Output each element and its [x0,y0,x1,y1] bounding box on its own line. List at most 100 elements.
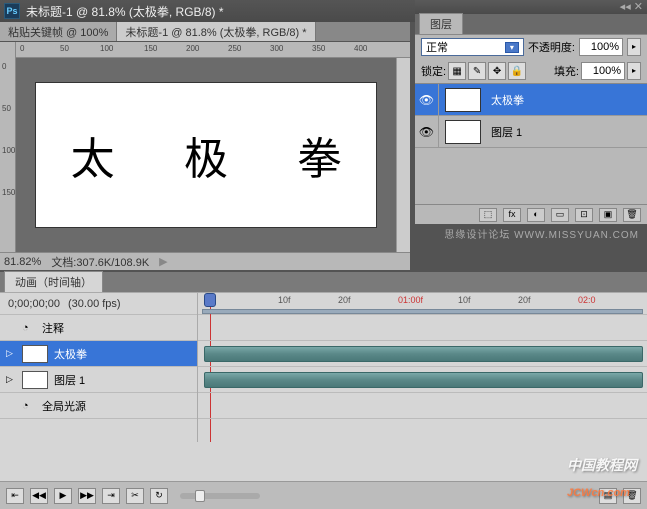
canvas-text-char: 极 [184,123,228,187]
track-lane[interactable] [198,341,647,367]
layers-footer: ⬚ fx ◐ ▭ ⊡ ▣ 🗑 [415,204,647,224]
watermark-en: JCWcn.com [567,487,630,499]
fill-stepper[interactable]: ▸ [627,62,641,80]
lock-position-icon[interactable]: ✥ [488,62,506,80]
play-button[interactable]: ▶ [54,488,72,504]
opacity-stepper[interactable]: ▸ [627,38,641,56]
timeline-track-text-layer[interactable]: ▷ T 太极拳 [0,341,197,367]
layer-fx-button[interactable]: fx [503,208,521,222]
visibility-eye-icon[interactable]: 👁 [419,125,434,139]
rewind-button[interactable]: ⇤ [6,488,24,504]
split-button[interactable]: ✂ [126,488,144,504]
track-lane[interactable] [198,393,647,419]
step-forward-button[interactable]: ▶▶ [78,488,96,504]
timeline-track-layer[interactable]: ▷ 图层 1 [0,367,197,393]
forward-end-button[interactable]: ⇥ [102,488,120,504]
layer-name[interactable]: 图层 1 [487,124,522,140]
layer-thumbnail-text[interactable]: T [445,88,481,112]
ruler-mark: 01:00f [398,295,423,305]
dropdown-arrow-icon: ▾ [505,42,519,53]
status-bar: 81.82% 文档:307.6K/108.9K ▶ [0,252,410,270]
panels-dock: ◂◂ ✕ 图层 正常 ▾ 不透明度: 100% ▸ 锁定: ▦ ✎ ✥ 🔒 填充… [415,0,647,243]
timeline-track-comments[interactable]: ◔ 注释 [0,315,197,341]
clip-bar[interactable] [204,372,643,388]
stopwatch-icon[interactable]: ◔ [22,400,36,412]
ruler-mark: 10f [278,295,291,305]
watermark-text: 思缘设计论坛 WWW.MISSYUAN.COM [415,224,647,243]
lock-pixels-icon[interactable]: ✎ [468,62,486,80]
step-back-button[interactable]: ◀◀ [30,488,48,504]
layer-row[interactable]: 👁 T 太极拳 [415,84,647,116]
vertical-scrollbar[interactable] [396,58,410,252]
lock-label: 锁定: [421,63,446,79]
zoom-slider[interactable] [180,493,260,499]
work-area-bar[interactable] [202,309,643,314]
expand-icon[interactable]: ▷ [6,374,16,385]
blend-mode-select[interactable]: 正常 ▾ [421,38,524,56]
track-lane[interactable] [198,315,647,341]
canvas-viewport[interactable]: 太 极 拳 [16,58,396,252]
ruler-corner[interactable] [0,42,16,58]
canvas-zone: 0 50 100 150 太 极 拳 [0,58,410,252]
layer-thumbnail[interactable] [445,120,481,144]
lock-all-icon[interactable]: 🔒 [508,62,526,80]
timeline-tracks-list: 0;00;00;00 (30.00 fps) ◔ 注释 ▷ T 太极拳 ▷ 图层… [0,293,198,442]
ruler-mark: 300 [270,44,283,53]
timeline-tab[interactable]: 动画（时间轴） [4,271,103,292]
adjustment-layer-button[interactable]: ▭ [551,208,569,222]
track-name: 注释 [42,320,64,336]
timeline-controls: ⇤ ◀◀ ▶ ▶▶ ⇥ ✂ ↻ ▤ 🗑 [0,481,647,509]
new-layer-button[interactable]: ▣ [599,208,617,222]
layers-tab[interactable]: 图层 [419,13,463,34]
track-lane[interactable] [198,367,647,393]
ruler-horizontal[interactable]: 0 50 100 150 200 250 300 350 400 [0,42,410,58]
ruler-mark: 02:0 [578,295,596,305]
timeline-tracks-area[interactable]: 10f 20f 01:00f 10f 20f 02:0 [198,293,647,442]
current-time[interactable]: 0;00;00;00 [8,298,60,310]
panel-dock-header[interactable]: ◂◂ ✕ [415,0,647,14]
timeline-track-global-light[interactable]: ◔ 全局光源 [0,393,197,419]
link-layers-button[interactable]: ⬚ [479,208,497,222]
status-arrow-icon[interactable]: ▶ [159,255,167,268]
layer-row[interactable]: 👁 图层 1 [415,116,647,148]
site-watermark: 中国教程网 JCWcn.com [567,455,637,503]
ruler-vertical[interactable]: 0 50 100 150 [0,58,16,252]
layer-mask-button[interactable]: ◐ [527,208,545,222]
layer-list: 👁 T 太极拳 👁 图层 1 [415,84,647,204]
canvas-text-char: 拳 [297,123,341,187]
track-thumbnail [22,371,48,389]
expand-icon[interactable]: ▷ [6,348,16,359]
timeline-tab-bar: 动画（时间轴） [0,272,647,292]
loop-button[interactable]: ↻ [150,488,168,504]
timeline-ruler[interactable]: 10f 20f 01:00f 10f 20f 02:0 [198,293,647,315]
track-name: 全局光源 [42,398,86,414]
ruler-mark: 0 [20,44,24,53]
ruler-mark: 20f [338,295,351,305]
playhead[interactable] [204,293,216,307]
ruler-mark: 150 [2,188,15,197]
lock-transparency-icon[interactable]: ▦ [448,62,466,80]
panel-tab-bar: 图层 [415,14,647,34]
ruler-mark: 400 [354,44,367,53]
slider-knob[interactable] [195,490,205,502]
opacity-input[interactable]: 100% [579,38,623,56]
blend-mode-value: 正常 [426,39,448,55]
ruler-mark: 100 [2,146,15,155]
canvas[interactable]: 太 极 拳 [36,83,376,227]
visibility-eye-icon[interactable]: 👁 [419,93,434,107]
document-tab[interactable]: 粘贴关键帧 @ 100% [0,22,117,41]
track-name: 太极拳 [54,346,87,362]
stopwatch-icon[interactable]: ◔ [22,322,36,334]
ruler-mark: 20f [518,295,531,305]
clip-bar[interactable] [204,346,643,362]
group-button[interactable]: ⊡ [575,208,593,222]
ruler-mark: 250 [228,44,241,53]
zoom-level[interactable]: 81.82% [4,256,41,268]
fill-input[interactable]: 100% [581,62,625,80]
canvas-text-char: 太 [71,123,115,187]
layer-name[interactable]: 太极拳 [487,92,524,108]
document-tab-active[interactable]: 未标题-1 @ 81.8% (太极拳, RGB/8) * [117,22,315,41]
delete-layer-button[interactable]: 🗑 [623,208,641,222]
opacity-label: 不透明度: [528,39,575,55]
fill-label: 填充: [554,63,579,79]
